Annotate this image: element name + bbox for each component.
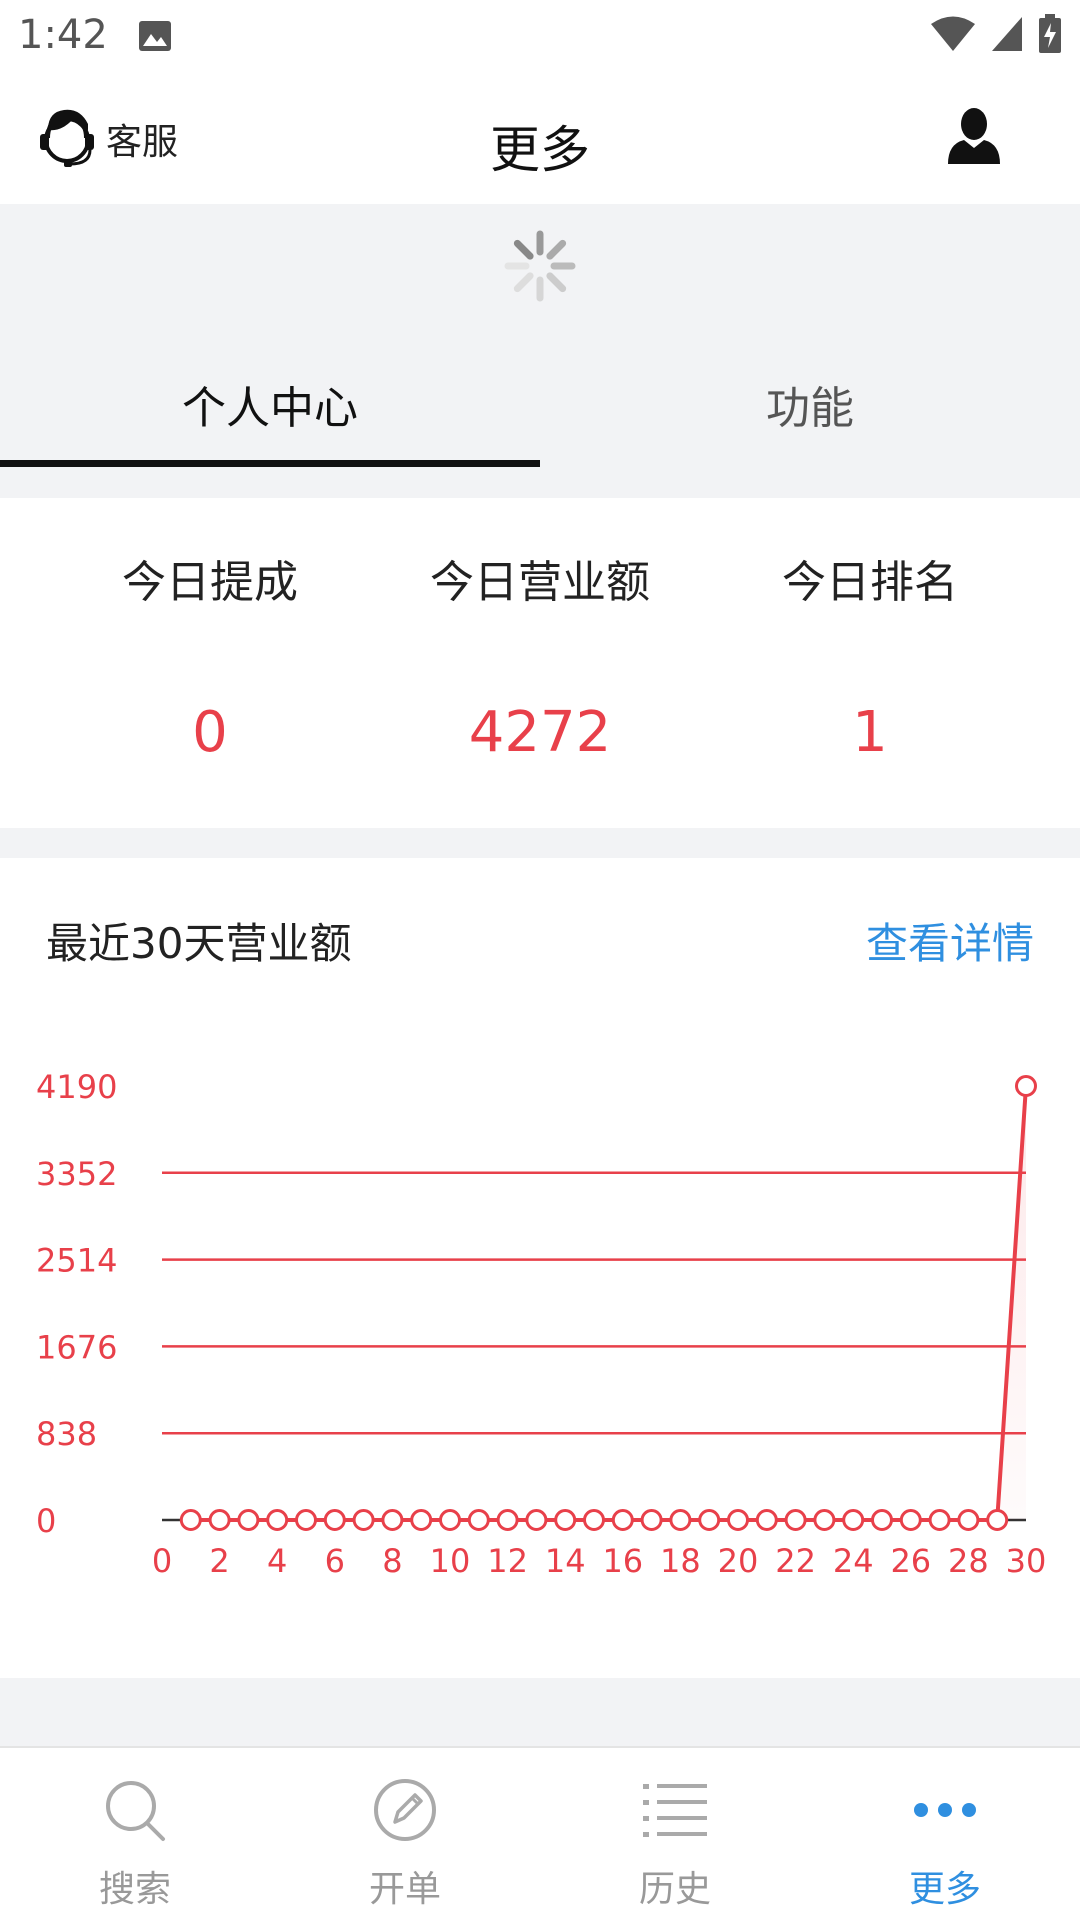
data-point <box>727 1509 749 1531</box>
x-tick-label: 28 <box>948 1542 989 1580</box>
data-point <box>323 1509 346 1531</box>
edit-icon <box>374 1779 436 1841</box>
status-time: 1:42 <box>18 12 108 58</box>
wifi-icon <box>931 16 975 51</box>
data-point <box>295 1509 317 1531</box>
header: 客服 更多 <box>0 72 1080 204</box>
list-icon <box>643 1784 707 1837</box>
user-profile-icon[interactable] <box>946 106 1002 166</box>
stat-value: 4272 <box>468 700 612 765</box>
more-icon <box>914 1803 976 1817</box>
y-tick-label: 4190 <box>36 1068 117 1106</box>
x-tick-label: 12 <box>487 1542 528 1580</box>
data-point <box>266 1509 289 1531</box>
x-tick-label: 22 <box>775 1542 816 1580</box>
data-point <box>179 1509 202 1531</box>
x-tick-label: 14 <box>545 1542 586 1580</box>
y-tick-label: 2514 <box>36 1242 117 1280</box>
battery-icon <box>1039 14 1061 53</box>
data-point <box>1015 1075 1037 1097</box>
bottom-navigation: 搜索 开单 历史 更多 <box>0 1746 1080 1922</box>
signal-icon <box>992 17 1022 51</box>
series-line <box>190 1085 1028 1522</box>
data-point <box>352 1509 375 1531</box>
data-point <box>928 1509 951 1531</box>
data-point <box>669 1509 692 1531</box>
nav-label: 开单 <box>368 1869 441 1910</box>
data-point <box>554 1509 577 1531</box>
data-point <box>784 1509 807 1531</box>
status-icons <box>930 14 1062 54</box>
nav-item-new-order[interactable]: 开单 <box>270 1748 540 1922</box>
x-tick-label: 2 <box>209 1542 229 1580</box>
search-icon <box>106 1781 165 1841</box>
active-tab-indicator <box>0 460 540 467</box>
data-point <box>755 1509 778 1531</box>
revenue-chart-card: 最近30天营业额 查看详情 0 838 1676 2514 3352 4190 0 2 4 6 8 1… <box>0 858 1080 1678</box>
tab-functions[interactable]: 功能 <box>540 340 1080 468</box>
data-point <box>381 1509 404 1531</box>
tab-personal-center[interactable]: 个人中心 <box>0 340 540 468</box>
nav-item-search[interactable]: 搜索 <box>0 1748 270 1922</box>
data-point <box>842 1509 865 1531</box>
loading-spinner-icon <box>504 230 576 302</box>
data-point <box>525 1509 548 1531</box>
stat-value: 0 <box>192 700 228 765</box>
nav-item-history[interactable]: 历史 <box>540 1748 810 1922</box>
x-tick-label: 30 <box>1006 1542 1047 1580</box>
revenue-line-chart: 083816762514335241900 2 4 6 8 10 12 14 16 18 20 22 2… <box>36 1068 1047 1580</box>
status-bar: 1:42 <box>0 0 1080 72</box>
y-tick-label: 838 <box>36 1415 97 1453</box>
data-point <box>583 1509 605 1531</box>
data-point <box>871 1509 893 1531</box>
data-point <box>467 1509 490 1531</box>
data-point <box>813 1509 836 1531</box>
x-tick-label: 0 <box>152 1542 172 1580</box>
data-point <box>611 1509 634 1531</box>
data-point <box>439 1509 461 1531</box>
x-tick-label: 4 <box>267 1542 287 1580</box>
stat-label: 今日营业额 <box>430 557 650 608</box>
y-tick-label: 0 <box>36 1502 56 1540</box>
y-tick-label: 1676 <box>36 1328 117 1366</box>
data-point <box>237 1509 260 1531</box>
x-tick-label: 26 <box>890 1542 931 1580</box>
stat-label: 今日排名 <box>782 557 958 608</box>
stat-value: 1 <box>852 700 888 765</box>
stat-ranking: 今日排名 1 <box>705 498 1035 765</box>
data-point <box>640 1509 663 1531</box>
data-point <box>957 1509 980 1531</box>
data-point <box>899 1509 922 1531</box>
nav-label: 更多 <box>908 1869 981 1910</box>
tab-bar: 个人中心 功能 <box>0 340 1080 468</box>
x-tick-label: 24 <box>833 1542 874 1580</box>
data-point <box>698 1509 721 1531</box>
y-tick-label: 3352 <box>36 1155 117 1193</box>
stat-revenue: 今日营业额 4272 <box>375 498 705 765</box>
x-tick-label: 10 <box>430 1542 471 1580</box>
nav-item-more[interactable]: 更多 <box>810 1748 1080 1922</box>
x-tick-label: 16 <box>602 1542 643 1580</box>
data-point <box>496 1509 519 1531</box>
page-title: 更多 <box>490 121 590 179</box>
today-stats-card: 今日提成 0 今日营业额 4272 今日排名 1 <box>0 498 1080 828</box>
data-point <box>410 1509 433 1531</box>
x-tick-label: 18 <box>660 1542 701 1580</box>
series-area <box>190 1086 1027 1520</box>
stat-commission: 今日提成 0 <box>45 498 375 765</box>
image-notification-icon <box>139 21 171 51</box>
x-tick-label: 20 <box>718 1542 759 1580</box>
nav-label: 搜索 <box>98 1869 171 1910</box>
nav-label: 历史 <box>638 1869 711 1910</box>
data-point <box>208 1509 231 1531</box>
x-tick-label: 8 <box>382 1542 402 1580</box>
x-tick-label: 6 <box>325 1542 345 1580</box>
data-point <box>986 1509 1009 1531</box>
stat-label: 今日提成 <box>122 557 298 608</box>
